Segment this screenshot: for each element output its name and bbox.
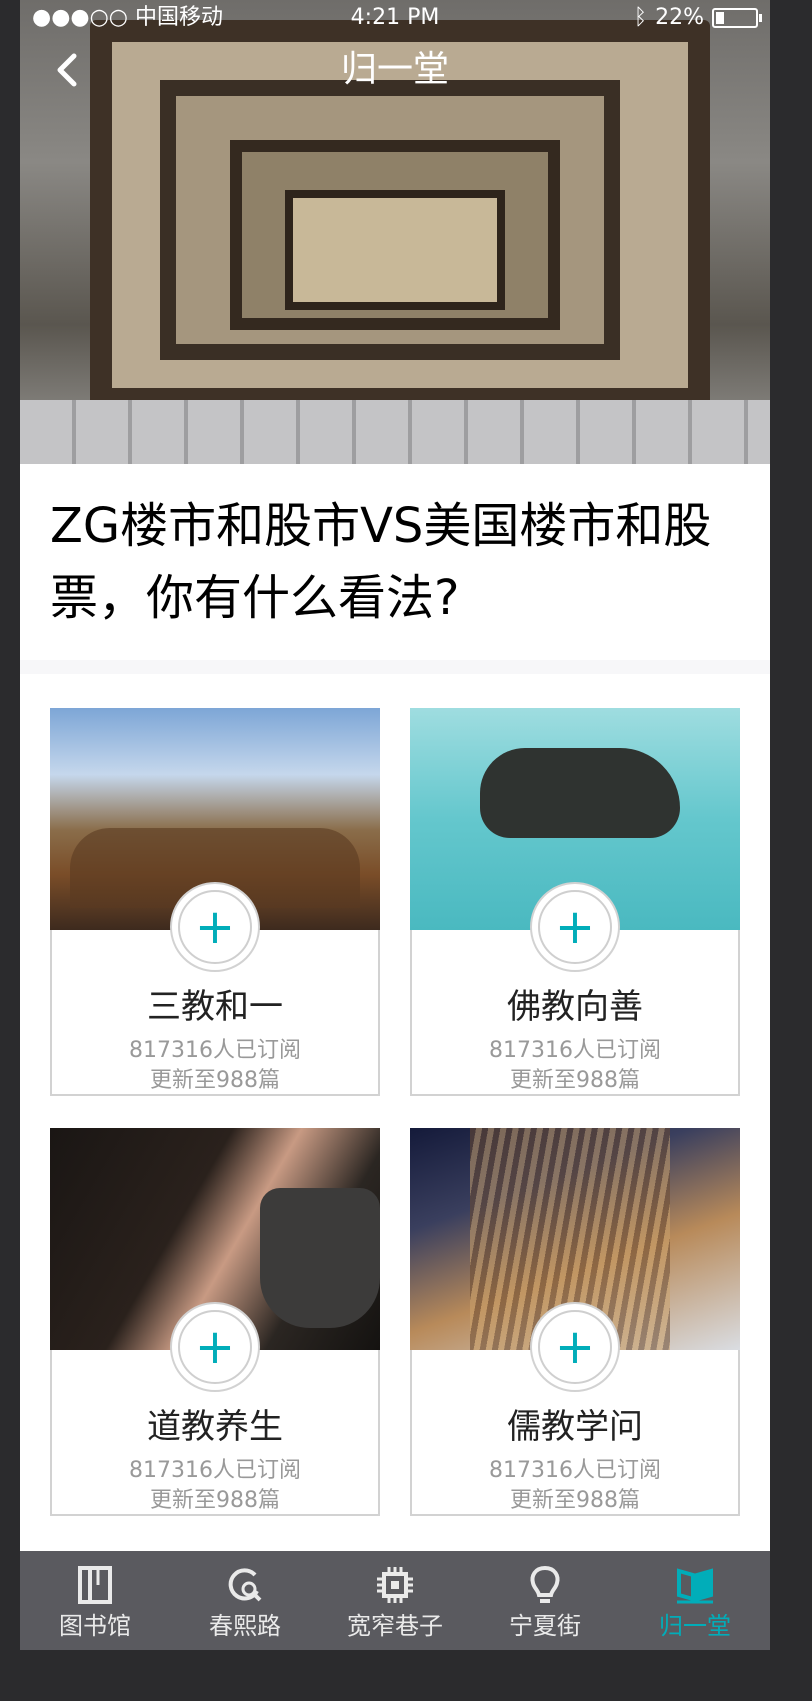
card-title: 佛教向善 [507, 987, 643, 1027]
plus-icon: + [554, 1319, 596, 1375]
tab-label: 归一堂 [659, 1612, 731, 1640]
library-icon [20, 1563, 170, 1607]
column-card-daojiao[interactable]: + 道教养生 817316人已订阅 更新至988篇 [50, 1128, 380, 1516]
tab-ningxia[interactable]: 宁夏街 [470, 1551, 620, 1650]
subscribe-button[interactable]: + [530, 882, 620, 972]
subscribe-button[interactable]: + [170, 1302, 260, 1392]
battery-icon [712, 8, 762, 28]
plus-icon: + [194, 1319, 236, 1375]
subscriber-count: 817316人已订阅 [129, 1038, 301, 1063]
status-bar: ●●●○○ 中国移动 4:21 PM ᛒ 22% [20, 0, 770, 36]
plus-icon: + [194, 899, 236, 955]
nav-bar: 归一堂 [20, 40, 770, 100]
chip-icon [320, 1563, 470, 1607]
open-book-icon [620, 1563, 770, 1607]
card-title: 道教养生 [147, 1407, 283, 1447]
subscriber-count: 817316人已订阅 [489, 1038, 661, 1063]
bluetooth-icon: ᛒ [633, 5, 648, 30]
plus-icon: + [554, 899, 596, 955]
tab-label: 宽窄巷子 [347, 1612, 443, 1640]
staircase-core [285, 190, 505, 310]
tab-library[interactable]: 图书馆 [20, 1551, 170, 1650]
status-right-group: ᛒ 22% [633, 0, 762, 36]
phone-screen: ●●●○○ 中国移动 4:21 PM ᛒ 22% 归一堂 ZG楼市和股市VS美国… [20, 0, 770, 1650]
hero-image: ●●●○○ 中国移动 4:21 PM ᛒ 22% 归一堂 [20, 0, 770, 464]
tab-bar: 图书馆 春熙路 宽窄巷子 宁夏街 归一堂 [20, 1551, 770, 1650]
column-card-fojiao[interactable]: + 佛教向善 817316人已订阅 更新至988篇 [410, 708, 740, 1096]
tab-chunxi[interactable]: 春熙路 [170, 1551, 320, 1650]
subscriber-count: 817316人已订阅 [489, 1458, 661, 1483]
tab-kuanzhai[interactable]: 宽窄巷子 [320, 1551, 470, 1650]
hero-floor [20, 400, 770, 464]
update-count: 更新至988篇 [510, 1488, 640, 1513]
tab-label: 宁夏街 [509, 1612, 581, 1640]
subscribe-button[interactable]: + [170, 882, 260, 972]
column-card-rujiao[interactable]: + 儒教学问 817316人已订阅 更新至988篇 [410, 1128, 740, 1516]
subscriber-count: 817316人已订阅 [129, 1458, 301, 1483]
tab-guiyitang[interactable]: 归一堂 [620, 1551, 770, 1650]
card-title: 三教和一 [147, 987, 283, 1027]
article-headline[interactable]: ZG楼市和股市VS美国楼市和股票，你有什么看法? [50, 490, 740, 634]
refresh-search-icon [170, 1563, 320, 1607]
subscribe-button[interactable]: + [530, 1302, 620, 1392]
update-count: 更新至988篇 [510, 1068, 640, 1093]
tea-cup [260, 1188, 380, 1328]
column-card-sanjiao[interactable]: + 三教和一 817316人已订阅 更新至988篇 [50, 708, 380, 1096]
tab-label: 春熙路 [209, 1612, 281, 1640]
update-count: 更新至988篇 [150, 1488, 280, 1513]
buddha-head [480, 748, 680, 838]
tab-label: 图书馆 [59, 1612, 131, 1640]
lightbulb-icon [470, 1563, 620, 1607]
card-title: 儒教学问 [507, 1407, 643, 1447]
battery-percent: 22% [655, 5, 704, 30]
section-divider [20, 660, 770, 674]
update-count: 更新至988篇 [150, 1068, 280, 1093]
page-title: 归一堂 [340, 49, 449, 90]
